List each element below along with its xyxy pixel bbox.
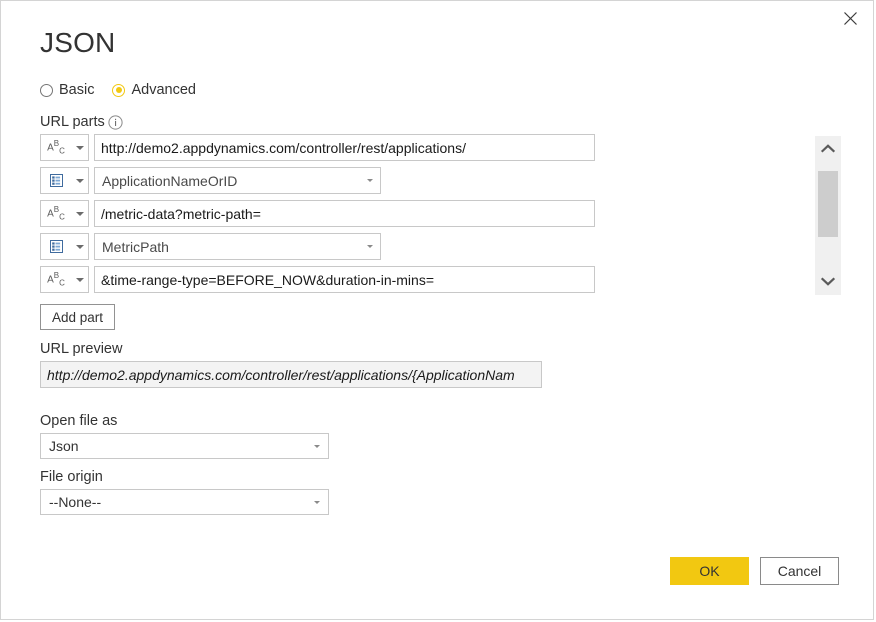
url-part-row: ABC <box>40 200 595 227</box>
url-preview-value: http://demo2.appdynamics.com/controller/… <box>40 361 542 388</box>
file-origin-value: --None-- <box>49 494 102 510</box>
parameter-list-icon <box>46 238 66 256</box>
open-file-as-select[interactable]: Json <box>40 433 329 459</box>
abc-text-icon: ABC <box>47 204 65 222</box>
chevron-down-icon <box>314 500 320 504</box>
cancel-button[interactable]: Cancel <box>760 557 839 585</box>
radio-basic-label: Basic <box>59 82 95 98</box>
parameter-list-icon <box>46 172 66 190</box>
close-icon <box>843 11 857 25</box>
scrollbar-down-button[interactable] <box>815 269 841 295</box>
chevron-down-icon <box>367 245 373 248</box>
chevron-down-icon <box>76 145 84 150</box>
add-part-button[interactable]: Add part <box>40 304 115 330</box>
url-part-type-picker[interactable]: ABC <box>40 200 89 227</box>
chevron-down-icon <box>76 211 84 216</box>
chevron-down-icon <box>76 244 84 249</box>
mode-radio-group: Basic Advanced <box>40 82 214 98</box>
json-connector-dialog: JSON Basic Advanced URL parts ABC http:/… <box>0 0 874 620</box>
abc-text-icon: ABC <box>47 138 65 156</box>
url-part-row: MetricPath <box>40 233 595 260</box>
close-button[interactable] <box>828 2 872 34</box>
chevron-up-icon <box>820 140 836 158</box>
url-part-row: ABC <box>40 134 595 161</box>
scrollbar-up-button[interactable] <box>815 136 841 162</box>
chevron-down-icon <box>820 273 836 291</box>
url-part-row: ApplicationNameOrID <box>40 167 595 194</box>
url-part-text-input[interactable] <box>94 266 595 293</box>
url-preview-label: URL preview <box>40 341 123 357</box>
url-parts-label: URL parts <box>40 114 105 130</box>
url-parts-list: ABC http://demo2.appdynamics.com/control… <box>40 134 595 299</box>
open-file-as-label: Open file as <box>40 413 118 429</box>
ok-button[interactable]: OK <box>670 557 749 585</box>
radio-basic-indicator <box>40 83 53 97</box>
abc-text-icon: ABC <box>47 270 65 288</box>
radio-advanced[interactable]: Advanced <box>112 82 196 98</box>
url-part-type-picker[interactable]: ABC <box>40 266 89 293</box>
url-part-parameter-select[interactable]: MetricPath <box>94 233 381 260</box>
open-file-as-value: Json <box>49 438 79 454</box>
url-parts-scrollbar[interactable] <box>815 136 841 295</box>
url-part-row: ABC <box>40 266 595 293</box>
chevron-down-icon <box>76 277 84 282</box>
url-part-text-input[interactable] <box>94 200 595 227</box>
chevron-down-icon <box>367 179 373 182</box>
url-part-type-picker[interactable] <box>40 167 89 194</box>
page-title: JSON <box>40 27 116 58</box>
radio-basic[interactable]: Basic <box>40 82 94 98</box>
file-origin-label: File origin <box>40 469 103 485</box>
radio-advanced-indicator <box>112 83 126 97</box>
file-origin-select[interactable]: --None-- <box>40 489 329 515</box>
url-part-type-picker[interactable] <box>40 233 89 260</box>
chevron-down-icon <box>76 178 84 183</box>
chevron-down-icon <box>314 444 320 448</box>
radio-advanced-label: Advanced <box>131 82 196 98</box>
url-part-parameter-value: MetricPath <box>102 238 169 255</box>
info-icon[interactable] <box>108 115 123 130</box>
url-part-parameter-select[interactable]: ApplicationNameOrID <box>94 167 381 194</box>
url-part-text-input[interactable] <box>94 134 595 161</box>
url-part-parameter-value: ApplicationNameOrID <box>102 172 238 189</box>
scrollbar-thumb[interactable] <box>818 171 838 237</box>
url-part-type-picker[interactable]: ABC <box>40 134 89 161</box>
